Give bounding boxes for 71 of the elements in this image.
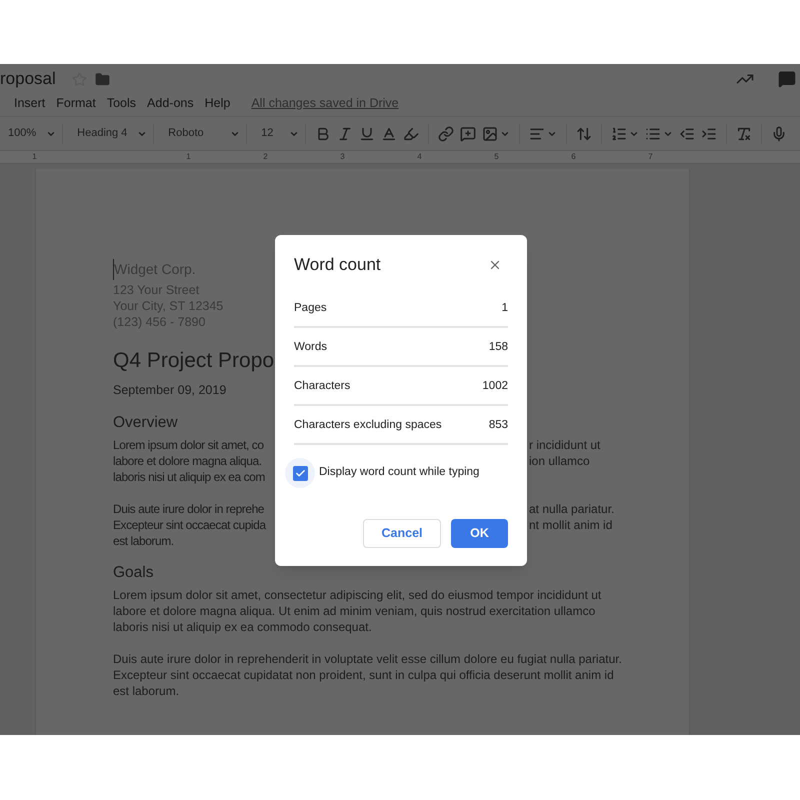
ruler-number: 7 xyxy=(647,151,654,163)
italic-icon[interactable] xyxy=(337,126,354,142)
cancel-button[interactable]: Cancel xyxy=(363,519,441,548)
folder-icon[interactable] xyxy=(94,72,110,86)
document-title[interactable]: roposal xyxy=(0,66,56,92)
paragraph-line: at nulla pariatur. xyxy=(529,501,614,518)
paragraph-line: est laborum. xyxy=(113,683,180,700)
paragraph-line: est laborum. xyxy=(113,533,174,550)
paragraph-line: labore et dolore magna aliqua. Ut enim ad minim veniam, quis nostrud exercitation ullamco xyxy=(113,603,596,620)
stat-label: Characters xyxy=(294,378,350,394)
paragraph-line: Excepteur sint occaecat cupidatat non proident, sunt in culpa qui officia deserunt mollit anim id xyxy=(113,667,614,684)
stat-label: Words xyxy=(294,340,328,355)
ruler-number: 4 xyxy=(416,151,423,163)
paragraph-line: Excepteur sint occaecat cupida xyxy=(113,517,267,534)
paragraph-line: laboris nisi ut aliquip ex ea commodo consequat. xyxy=(113,619,372,636)
font-select[interactable]: Roboto xyxy=(168,125,230,142)
paragraph-line: Duis aute irure dolor in reprehe xyxy=(113,501,266,518)
stat-label: Pages xyxy=(294,300,327,316)
save-status-link[interactable]: All changes saved in Drive xyxy=(251,94,399,112)
ruler-number: 3 xyxy=(339,151,346,163)
checkbox-label: Display word count while typing xyxy=(319,465,480,480)
comment-icon[interactable] xyxy=(778,70,796,88)
indent-decrease-icon[interactable] xyxy=(679,126,696,142)
paragraph-line: ion ullamco xyxy=(529,453,590,470)
zoom-select[interactable]: 100% xyxy=(8,125,36,142)
add-comment-icon[interactable] xyxy=(460,126,476,142)
numbered-list-icon[interactable] xyxy=(611,126,628,142)
image-icon[interactable] xyxy=(482,126,498,142)
paragraph-line: laboris nisi ut aliquip ex ea com xyxy=(113,469,265,486)
menu-item[interactable]: Format xyxy=(56,94,96,112)
ruler-number: 1 xyxy=(31,151,38,163)
paragraph-line: Lorem ipsum dolor sit amet, co xyxy=(113,437,265,454)
stat-label: Characters excluding spaces xyxy=(294,418,442,433)
menu-item[interactable]: Tools xyxy=(106,94,136,112)
style-select[interactable]: Heading 4 xyxy=(77,125,138,142)
paragraph-line: r incididunt ut xyxy=(529,437,600,454)
ruler-number: 1 xyxy=(185,151,192,163)
dialog-title: Word count xyxy=(294,254,381,276)
document-date: September 09, 2019 xyxy=(113,382,226,399)
menu-item[interactable]: Add-ons xyxy=(147,94,194,112)
highlighter-icon[interactable] xyxy=(403,126,420,142)
link-icon[interactable] xyxy=(438,126,454,142)
checkbox[interactable] xyxy=(285,458,315,488)
ruler-number: 6 xyxy=(570,151,577,163)
stat-value: 158 xyxy=(488,340,508,355)
underline-icon[interactable] xyxy=(359,126,376,142)
section-heading: Goals xyxy=(113,562,154,583)
close-icon[interactable] xyxy=(488,258,502,272)
indent-increase-icon[interactable] xyxy=(701,126,718,142)
menu-item[interactable]: Help xyxy=(204,94,230,112)
paragraph-line: nt mollit anim id xyxy=(529,517,612,534)
ruler-number: 2 xyxy=(262,151,269,163)
ok-button[interactable]: OK xyxy=(451,519,508,548)
align-left-icon[interactable] xyxy=(529,126,546,142)
paragraph-line: Lorem ipsum dolor sit amet, consectetur adipiscing elit, sed do eiusmod tempor incididunt ut xyxy=(113,587,602,604)
paragraph-line: labore et dolore magna aliqua. xyxy=(113,453,263,470)
clear-formatting-icon[interactable] xyxy=(736,126,752,142)
line-spacing-icon[interactable] xyxy=(576,126,592,142)
bulleted-list-icon[interactable] xyxy=(645,126,662,142)
text-color-icon[interactable] xyxy=(381,126,398,142)
document-heading: Q4 Project Propo xyxy=(113,348,274,374)
ruler-number: 5 xyxy=(493,151,500,163)
font-size-select[interactable]: 12 xyxy=(261,125,290,142)
section-heading: Overview xyxy=(113,412,178,433)
stat-value: 1 xyxy=(502,300,508,316)
checkmark-icon xyxy=(294,468,306,478)
microphone-icon[interactable] xyxy=(771,126,788,142)
stat-value: 853 xyxy=(488,418,508,433)
paragraph-line: Duis aute irure dolor in reprehenderit in voluptate velit esse cillum dolore eu fugiat nulla pariatur. xyxy=(113,651,622,668)
menu-item[interactable]: Insert xyxy=(14,94,46,112)
stat-value: 1002 xyxy=(482,378,508,394)
